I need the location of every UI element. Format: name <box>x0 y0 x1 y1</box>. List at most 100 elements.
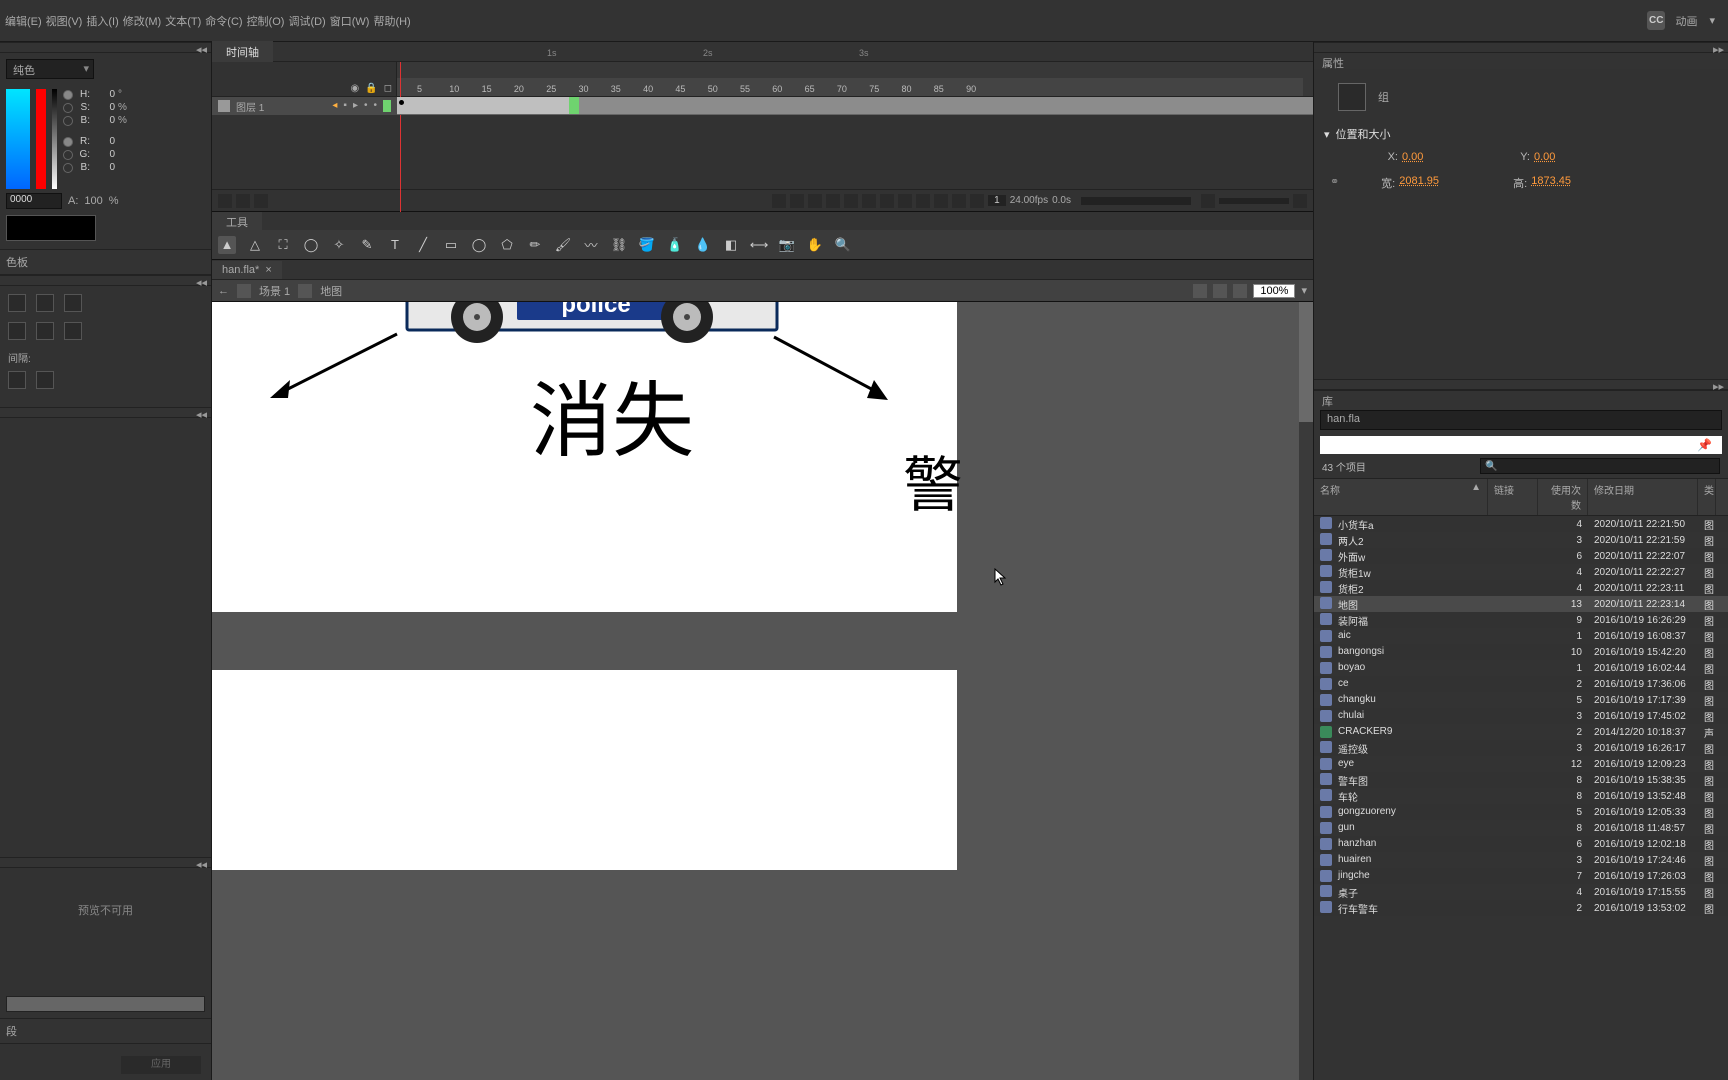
center-stage-icon[interactable] <box>1233 284 1247 298</box>
menu-item[interactable]: 控制(O) <box>245 9 287 33</box>
panel-collapse[interactable]: ◂◂ <box>0 857 211 868</box>
w-value[interactable]: 2081.95 <box>1399 175 1479 191</box>
paint-brush-tool-icon[interactable]: 〰 <box>582 236 600 254</box>
y-value[interactable]: 0.00 <box>1534 151 1614 163</box>
sync-settings-icon[interactable]: CC <box>1647 11 1665 30</box>
eyedropper-tool-icon[interactable]: 💧 <box>694 236 712 254</box>
panel-collapse[interactable]: ◂◂ <box>0 407 211 418</box>
rgb-radio[interactable] <box>63 137 73 147</box>
library-item[interactable]: 两人232020/10/11 22:21:59图 <box>1314 532 1728 548</box>
pencil-tool-icon[interactable]: ✏ <box>526 236 544 254</box>
line-tool-icon[interactable]: ╱ <box>414 236 432 254</box>
library-doc-dropdown[interactable]: han.fla <box>1320 410 1722 430</box>
back-icon[interactable]: ← <box>218 285 229 297</box>
menu-item[interactable]: 视图(V) <box>44 9 85 33</box>
canvas[interactable]: police 消失 警 <box>212 302 957 612</box>
brush-tool-icon[interactable]: 🖌 <box>554 236 572 254</box>
pin-icon[interactable]: 📌 <box>1697 438 1712 452</box>
library-item[interactable]: jingche72016/10/19 17:26:03图 <box>1314 868 1728 884</box>
text-tool-icon[interactable]: T <box>386 236 404 254</box>
history-header[interactable]: 段 <box>0 1018 211 1044</box>
menu-item[interactable]: 命令(C) <box>203 9 244 33</box>
menu-item[interactable]: 窗口(W) <box>328 9 372 33</box>
frames-area[interactable] <box>397 97 1313 115</box>
marker-icon[interactable] <box>790 194 804 208</box>
h-value[interactable]: 1873.45 <box>1531 175 1611 191</box>
col-type[interactable]: 类 <box>1698 479 1716 515</box>
stage-text[interactable]: 消失 <box>530 354 694 473</box>
alpha-value[interactable]: 100 <box>84 195 102 207</box>
library-item[interactable]: eye122016/10/19 12:09:23图 <box>1314 756 1728 772</box>
close-icon[interactable]: × <box>265 264 271 276</box>
library-item[interactable]: 警车图82016/10/19 15:38:35图 <box>1314 772 1728 788</box>
menu-item[interactable]: 插入(I) <box>84 9 120 33</box>
width-tool-icon[interactable]: ⟷ <box>750 236 768 254</box>
align-icon[interactable] <box>8 294 26 312</box>
panel-collapse[interactable]: ▸▸ <box>1314 379 1728 390</box>
col-name[interactable]: 名称 ▲ <box>1314 479 1488 515</box>
zoom-tool-icon[interactable]: 🔍 <box>834 236 852 254</box>
apply-button[interactable]: 应用 <box>121 1056 201 1074</box>
section-toggle[interactable]: ▾位置和大小 <box>1324 123 1718 145</box>
library-item[interactable]: 桌子42016/10/19 17:15:55图 <box>1314 884 1728 900</box>
rgb-radio[interactable] <box>63 150 73 160</box>
stage[interactable]: police 消失 警 <box>212 302 1313 1080</box>
menu-item[interactable]: 文本(T) <box>163 9 203 33</box>
edit-symbol-icon[interactable] <box>1213 284 1227 298</box>
library-item[interactable]: 货柜242020/10/11 22:23:11图 <box>1314 580 1728 596</box>
library-item[interactable]: 地图132020/10/11 22:23:14图 <box>1314 596 1728 612</box>
rectangle-tool-icon[interactable]: ▭ <box>442 236 460 254</box>
x-value[interactable]: 0.00 <box>1402 151 1482 163</box>
layer-row[interactable]: 图层 1 ◂▪▸ •• <box>212 97 397 115</box>
color-type-dropdown[interactable]: 纯色 <box>6 59 94 79</box>
hsb-radio[interactable] <box>63 90 73 100</box>
library-item[interactable]: CRACKER922014/12/20 10:18:37声 <box>1314 724 1728 740</box>
canvas-second[interactable] <box>212 670 957 870</box>
free-transform-tool-icon[interactable]: ⛶ <box>274 236 292 254</box>
properties-tab[interactable]: 属性 <box>1314 53 1728 69</box>
chevron-down-icon[interactable]: ▾ <box>1707 10 1717 31</box>
pen-tool-icon[interactable]: ✎ <box>358 236 376 254</box>
lock-icon[interactable]: 🔒 <box>365 83 377 94</box>
color-spectrum[interactable] <box>6 89 30 189</box>
scene-crumb[interactable]: 场景 1 <box>259 283 290 299</box>
distribute-icon[interactable] <box>64 322 82 340</box>
subselection-tool-icon[interactable]: △ <box>246 236 264 254</box>
library-item[interactable]: 装阿福92016/10/19 16:26:29图 <box>1314 612 1728 628</box>
fps-display[interactable]: 24.00fps <box>1010 195 1048 206</box>
oval-tool-icon[interactable]: ◯ <box>470 236 488 254</box>
distribute-icon[interactable] <box>8 322 26 340</box>
library-item[interactable]: gongzuoreny52016/10/19 12:05:33图 <box>1314 804 1728 820</box>
hand-tool-icon[interactable]: ✋ <box>806 236 824 254</box>
rgb-radio[interactable] <box>63 163 73 173</box>
library-item[interactable]: chulai32016/10/19 17:45:02图 <box>1314 708 1728 724</box>
menu-item[interactable]: 调试(D) <box>286 9 327 33</box>
timeline-scrollbar[interactable] <box>1081 197 1191 205</box>
paint-bucket-tool-icon[interactable]: 🪣 <box>638 236 656 254</box>
marker-range-icon[interactable] <box>970 194 984 208</box>
menu-item[interactable]: 编辑(E) <box>3 9 44 33</box>
preview-scrollbar[interactable] <box>6 996 205 1012</box>
col-link[interactable]: 链接 <box>1488 479 1538 515</box>
library-item[interactable]: 外面w62020/10/11 22:22:07图 <box>1314 548 1728 564</box>
edit-multi-icon[interactable] <box>952 194 966 208</box>
camera-icon[interactable] <box>772 194 786 208</box>
ink-bottle-tool-icon[interactable]: 🧴 <box>666 236 684 254</box>
hex-input[interactable]: 0000 <box>6 193 62 209</box>
onion-skin-icon[interactable] <box>916 194 930 208</box>
step-fwd-icon[interactable] <box>862 194 876 208</box>
new-layer-icon[interactable] <box>218 194 232 208</box>
panel-collapse[interactable]: ◂◂ <box>0 42 211 53</box>
timeline-ruler[interactable]: 51015202530354045505560657075808590 1s2s… <box>397 62 1313 96</box>
col-use[interactable]: 使用次数 <box>1538 479 1588 515</box>
eraser-tool-icon[interactable]: ◧ <box>722 236 740 254</box>
library-item[interactable]: changku52016/10/19 17:17:39图 <box>1314 692 1728 708</box>
library-item[interactable]: 遥控级32016/10/19 16:26:17图 <box>1314 740 1728 756</box>
step-back-icon[interactable] <box>826 194 840 208</box>
zoom-fit-icon[interactable] <box>1293 194 1307 208</box>
distribute-icon[interactable] <box>36 322 54 340</box>
stage-scrollbar[interactable] <box>1299 302 1313 1080</box>
goto-last-icon[interactable] <box>880 194 894 208</box>
library-item[interactable]: boyao12016/10/19 16:02:44图 <box>1314 660 1728 676</box>
menu-item[interactable]: 帮助(H) <box>371 9 412 33</box>
